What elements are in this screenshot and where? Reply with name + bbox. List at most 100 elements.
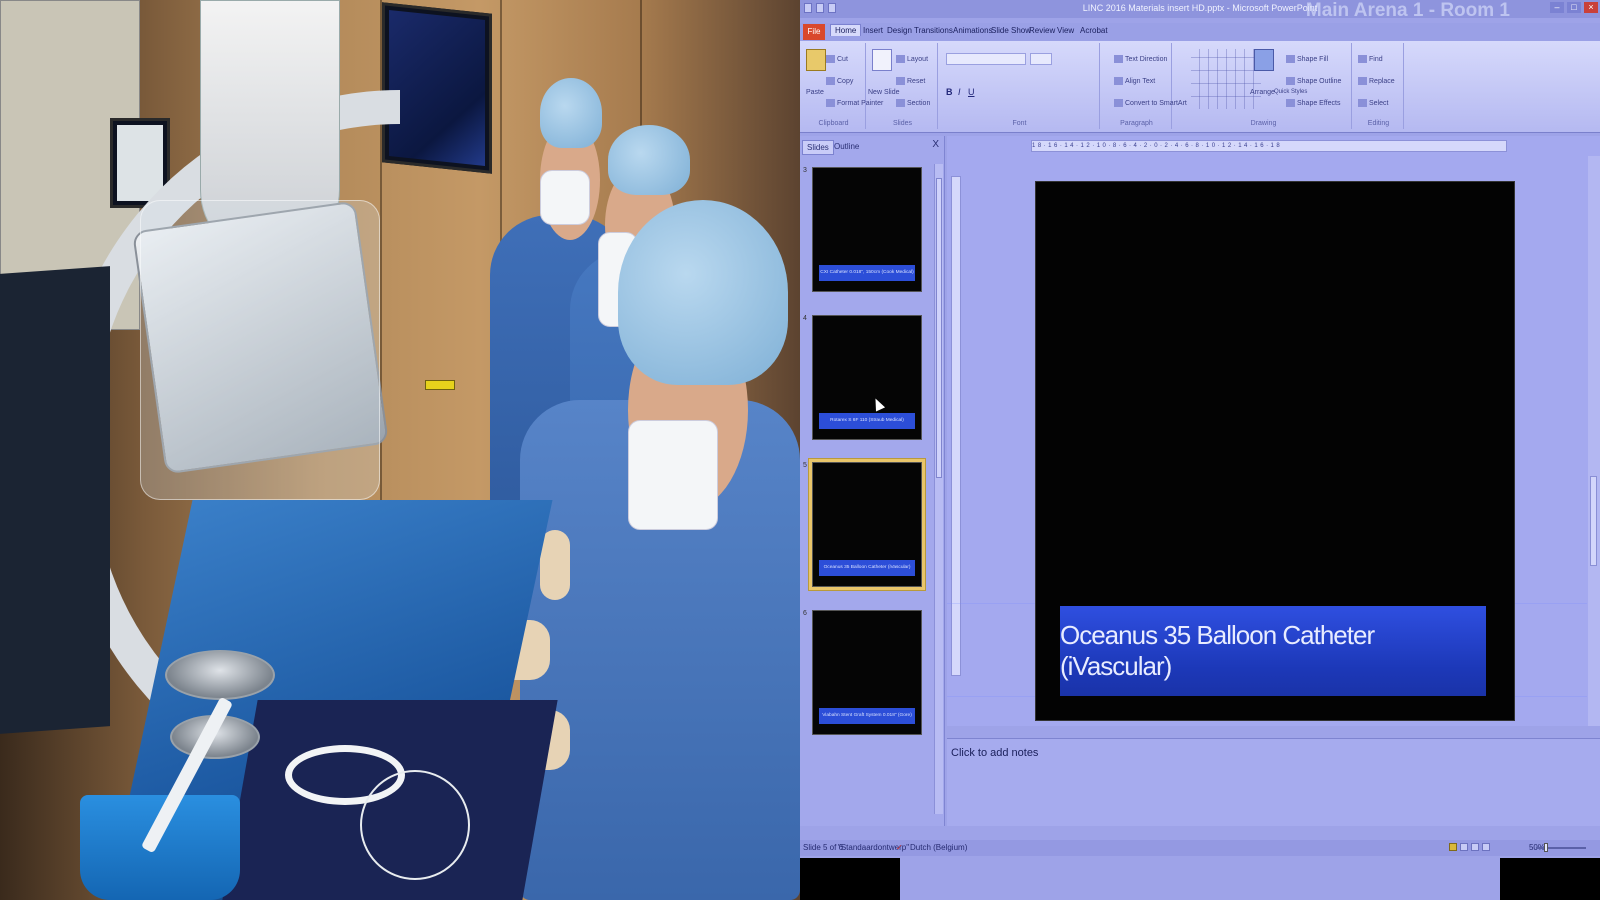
slide-thumbnail-5[interactable]: 5 Oceanus 35 Balloon Catheter (iVascular… bbox=[803, 458, 926, 591]
tab-insert[interactable]: Insert bbox=[863, 26, 883, 35]
align-text-icon bbox=[1114, 77, 1123, 85]
slide-thumbnail-6[interactable]: 6 Viabahn Stent Graft System 0.018" (Gor… bbox=[803, 606, 926, 739]
copy-icon bbox=[826, 77, 835, 85]
side-panel bbox=[0, 266, 110, 734]
operating-room-video bbox=[0, 0, 800, 900]
outline-icon bbox=[1286, 77, 1295, 85]
tab-design[interactable]: Design bbox=[887, 26, 912, 35]
spellcheck-icon[interactable]: ✓ bbox=[896, 843, 903, 852]
slide-thumbnail-4[interactable]: 4 Rotarex S 6F 110 (Straub Medical) bbox=[803, 311, 926, 444]
normal-view-icon[interactable] bbox=[1449, 843, 1457, 851]
arrange-button[interactable]: Arrange bbox=[1250, 89, 1275, 96]
cut-button[interactable]: Cut bbox=[826, 55, 848, 63]
replace-icon bbox=[1358, 77, 1367, 85]
editing-group: Find Replace Select Editing bbox=[1354, 43, 1404, 129]
clipboard-group: Paste Cut Copy Format Painter Clipboard bbox=[802, 43, 883, 129]
tab-transitions[interactable]: Transitions bbox=[914, 26, 953, 35]
surgical-mask bbox=[540, 170, 590, 225]
paste-button[interactable]: Paste bbox=[806, 89, 824, 96]
bold-button[interactable]: B bbox=[946, 87, 953, 97]
underline-button[interactable]: U bbox=[968, 87, 975, 97]
arrange-icon[interactable] bbox=[1254, 49, 1274, 71]
font-size-box[interactable] bbox=[1030, 53, 1052, 65]
zoom-slider[interactable] bbox=[1536, 843, 1586, 852]
notes-pane[interactable]: Click to add notes bbox=[947, 738, 1600, 826]
panel-scrollbar[interactable] bbox=[934, 164, 943, 814]
copy-button[interactable]: Copy bbox=[826, 77, 853, 85]
shape-fill-button[interactable]: Shape Fill bbox=[1286, 55, 1328, 63]
slide-editor: 18·16·14·12·10·8·6·4·2·0·2·4·6·8·10·12·1… bbox=[947, 136, 1600, 726]
close-panel-icon[interactable]: X bbox=[932, 139, 939, 150]
warning-sign bbox=[425, 380, 455, 390]
scissors-icon bbox=[826, 55, 835, 63]
reset-button[interactable]: Reset bbox=[896, 77, 925, 85]
brush-icon bbox=[826, 99, 835, 107]
horizontal-ruler: 18·16·14·12·10·8·6·4·2·0·2·4·6·8·10·12·1… bbox=[1031, 140, 1507, 152]
editor-scrollbar[interactable] bbox=[1588, 156, 1600, 726]
language-indicator[interactable]: Dutch (Belgium) bbox=[910, 843, 967, 852]
sterile-cover bbox=[140, 200, 380, 500]
slides-panel: Slides Outline X 3 CXI Catheter 0.018", … bbox=[800, 136, 945, 826]
tab-home[interactable]: Home bbox=[830, 24, 862, 36]
vertical-ruler bbox=[951, 176, 961, 676]
paste-icon[interactable] bbox=[806, 49, 826, 71]
slide-title: Oceanus 35 Balloon Catheter (iVascular) bbox=[1060, 620, 1375, 681]
slide-thumbnail-3[interactable]: 3 CXI Catheter 0.018", 150cm (Cook Medic… bbox=[803, 163, 926, 296]
steel-bowl bbox=[165, 650, 275, 700]
fill-icon bbox=[1286, 55, 1295, 63]
align-text-button[interactable]: Align Text bbox=[1114, 77, 1155, 85]
ribbon-tabs: File Home Insert Design Transitions Anim… bbox=[800, 23, 1600, 41]
title-bar: LINC 2016 Materials insert HD.pptx - Mic… bbox=[800, 0, 1600, 21]
status-bar: Slide 5 of 6 "Standaardontwerp" ✓ Dutch … bbox=[800, 840, 1600, 856]
layout-button[interactable]: Layout bbox=[896, 55, 928, 63]
slideshow-view-icon[interactable] bbox=[1482, 843, 1490, 851]
select-button[interactable]: Select bbox=[1358, 99, 1388, 107]
quick-styles-button[interactable]: Quick Styles bbox=[1274, 89, 1307, 95]
thumbnail-caption: Oceanus 35 Balloon Catheter (iVascular) bbox=[819, 560, 915, 576]
maximize-icon[interactable]: □ bbox=[1567, 2, 1581, 13]
section-icon bbox=[896, 99, 905, 107]
tab-slide-show[interactable]: Slide Show bbox=[991, 26, 1031, 35]
tab-review[interactable]: Review bbox=[1029, 26, 1055, 35]
tab-animations[interactable]: Animations bbox=[953, 26, 993, 35]
tab-file[interactable]: File bbox=[803, 24, 825, 40]
replace-button[interactable]: Replace bbox=[1358, 77, 1395, 85]
tab-acrobat[interactable]: Acrobat bbox=[1080, 26, 1108, 35]
layout-icon bbox=[896, 55, 905, 63]
thumbnail-caption: Viabahn Stent Graft System 0.018" (Gore) bbox=[819, 708, 915, 724]
smartart-icon bbox=[1114, 99, 1123, 107]
shape-outline-button[interactable]: Shape Outline bbox=[1286, 77, 1341, 85]
reading-view-icon[interactable] bbox=[1471, 843, 1479, 851]
thumbnail-caption: CXI Catheter 0.018", 150cm (Cook Medical… bbox=[819, 265, 915, 281]
current-slide[interactable]: Oceanus 35 Balloon Catheter (iVascular) bbox=[1035, 181, 1515, 721]
section-button[interactable]: Section bbox=[896, 99, 930, 107]
effects-icon bbox=[1286, 99, 1295, 107]
new-slide-icon[interactable] bbox=[872, 49, 892, 71]
tab-outline[interactable]: Outline bbox=[830, 140, 863, 153]
find-button[interactable]: Find bbox=[1358, 55, 1383, 63]
drawing-group: Arrange Quick Styles Shape Fill Shape Ou… bbox=[1176, 43, 1352, 129]
text-direction-icon bbox=[1114, 55, 1123, 63]
shapes-gallery[interactable] bbox=[1191, 49, 1261, 109]
thumbnail-caption: Rotarex S 6F 110 (Straub Medical) bbox=[819, 413, 915, 429]
italic-button[interactable]: I bbox=[958, 87, 961, 97]
find-icon bbox=[1358, 55, 1367, 63]
ribbon: Paste Cut Copy Format Painter Clipboard … bbox=[800, 41, 1600, 133]
new-slide-button[interactable]: New Slide bbox=[868, 89, 900, 96]
text-direction-button[interactable]: Text Direction bbox=[1114, 55, 1167, 63]
slide-sorter-icon[interactable] bbox=[1460, 843, 1468, 851]
slide-title-banner[interactable]: Oceanus 35 Balloon Catheter (iVascular) bbox=[1060, 606, 1486, 696]
video-letterbox bbox=[800, 858, 1600, 900]
font-group: B I U Font bbox=[940, 43, 1100, 129]
close-icon[interactable]: × bbox=[1584, 2, 1598, 13]
reset-icon bbox=[896, 77, 905, 85]
tab-view[interactable]: View bbox=[1057, 26, 1074, 35]
notes-placeholder: Click to add notes bbox=[951, 747, 1039, 759]
surgical-cap bbox=[540, 78, 602, 148]
minimize-icon[interactable]: – bbox=[1550, 2, 1564, 13]
shape-effects-button[interactable]: Shape Effects bbox=[1286, 99, 1340, 107]
font-name-box[interactable] bbox=[946, 53, 1026, 65]
screen: LINC 2016 Materials insert HD.pptx - Mic… bbox=[0, 0, 1600, 900]
slides-group: New Slide Layout Reset Section Slides bbox=[868, 43, 938, 129]
powerpoint-window: LINC 2016 Materials insert HD.pptx - Mic… bbox=[800, 0, 1600, 900]
